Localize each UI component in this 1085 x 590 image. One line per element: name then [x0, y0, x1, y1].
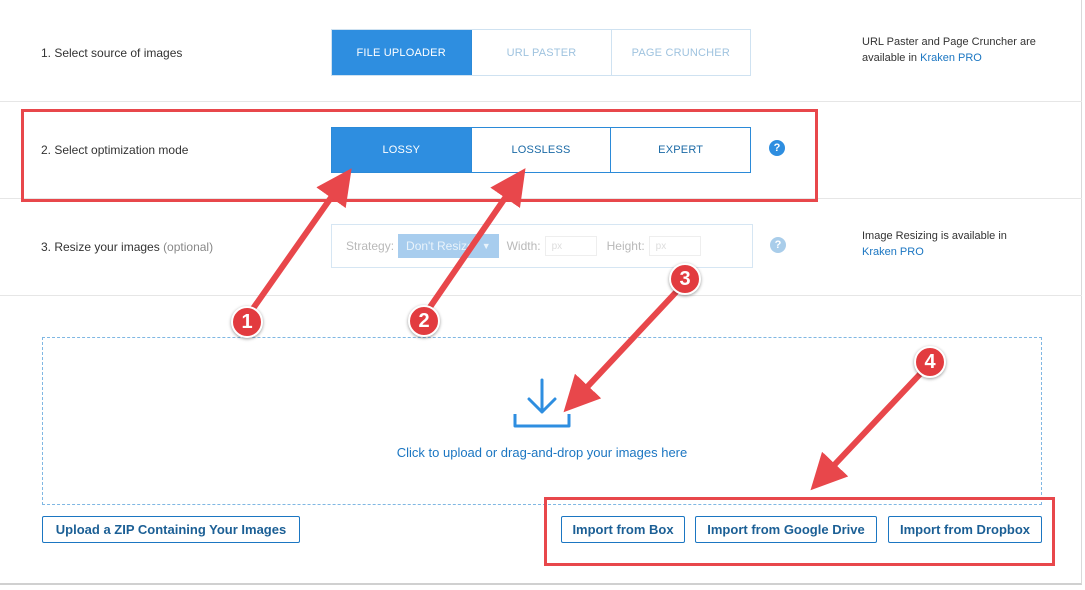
annotation-badge-4: 4 — [914, 346, 946, 378]
upload-zip-button[interactable]: Upload a ZIP Containing Your Images — [42, 516, 300, 543]
resize-controls: Strategy: Don't Resize ▼ Width: px Heigh… — [331, 224, 753, 268]
annotation-badge-2: 2 — [408, 305, 440, 337]
strategy-label: Strategy: — [346, 239, 395, 253]
divider — [0, 295, 1082, 296]
step3-label: 3. Resize your images (optional) — [41, 240, 213, 254]
step3-label-text: 3. Resize your images — [41, 240, 160, 254]
source-selector: FILE UPLOADER URL PASTER PAGE CRUNCHER — [331, 29, 751, 76]
source-note: URL Paster and Page Cruncher are availab… — [862, 34, 1062, 66]
height-input[interactable]: px — [648, 236, 701, 256]
height-label: Height: — [606, 239, 645, 253]
strategy-select[interactable]: Don't Resize ▼ — [398, 234, 499, 258]
annotation-badge-1: 1 — [231, 306, 263, 338]
optional-tag: (optional) — [163, 240, 214, 254]
mode-highlight-box — [21, 109, 818, 202]
width-input[interactable]: px — [544, 236, 597, 256]
step1-label: 1. Select source of images — [41, 46, 183, 60]
kraken-pro-link-1[interactable]: Kraken PRO — [920, 52, 982, 64]
url-paster-tab[interactable]: URL PASTER — [471, 30, 611, 75]
page-cruncher-tab[interactable]: PAGE CRUNCHER — [610, 30, 750, 75]
file-uploader-tab[interactable]: FILE UPLOADER — [332, 30, 472, 75]
divider — [0, 101, 1082, 102]
strategy-value: Don't Resize — [406, 239, 474, 253]
resize-note-text: Image Resizing is available in — [862, 230, 1007, 242]
download-icon — [513, 378, 571, 428]
import-highlight-box — [544, 497, 1055, 566]
upload-dropzone[interactable]: Click to upload or drag-and-drop your im… — [42, 337, 1042, 505]
dropzone-text: Click to upload or drag-and-drop your im… — [396, 445, 688, 460]
resize-help-icon[interactable]: ? — [770, 237, 786, 253]
resize-note: Image Resizing is available in Kraken PR… — [862, 228, 1062, 260]
kraken-pro-link-2[interactable]: Kraken PRO — [862, 246, 924, 258]
width-label: Width: — [506, 239, 541, 253]
annotation-badge-3: 3 — [669, 263, 701, 295]
caret-down-icon: ▼ — [481, 241, 491, 251]
